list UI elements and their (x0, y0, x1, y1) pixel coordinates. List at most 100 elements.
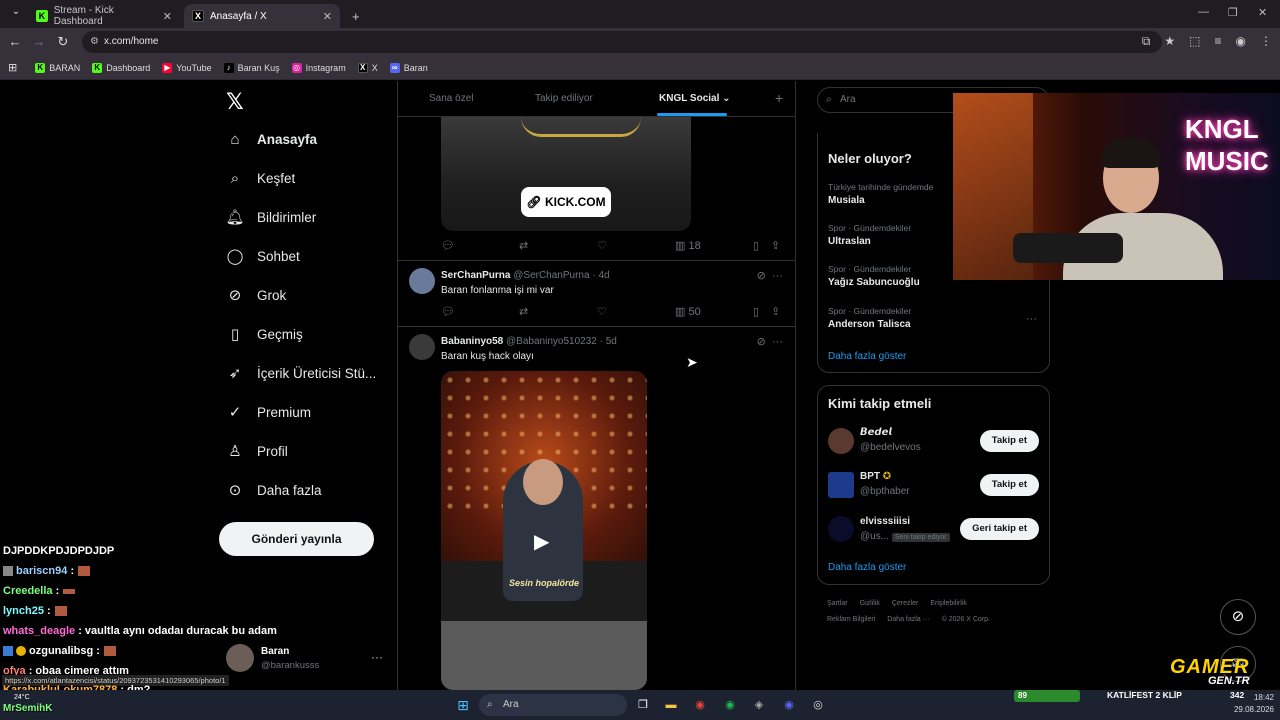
menu-icon[interactable]: ⋮ (1260, 34, 1272, 49)
views-stat[interactable]: ▥ 18 (675, 239, 701, 252)
extensions-icon[interactable]: ⬚ (1189, 34, 1200, 49)
follow-button[interactable]: Takip et (979, 474, 1039, 496)
show-more-link[interactable]: Daha fazla göster (828, 351, 906, 362)
reply-icon[interactable]: 💬︎ (441, 305, 455, 318)
taskbar-search[interactable]: ⌕ Ara (479, 694, 627, 716)
grok-icon[interactable]: ⊘ (757, 336, 766, 348)
trend-name[interactable]: Anderson Talisca (828, 319, 911, 330)
add-tab-icon[interactable]: + (775, 90, 783, 106)
close-icon[interactable]: ✕ (163, 10, 172, 23)
media-icon[interactable]: ≡ (1215, 34, 1222, 49)
bookmark-icon[interactable]: ▯ (753, 305, 759, 318)
star-icon[interactable]: ★ (1164, 34, 1175, 49)
nav-premium[interactable]: ✓ Premium (226, 403, 311, 421)
avatar[interactable] (828, 472, 854, 498)
nav-creator-studio[interactable]: ➶ İçerik Üreticisi Stü... (226, 364, 377, 382)
bookmark-x[interactable]: XX (357, 62, 378, 73)
nav-bookmarks[interactable]: ▯ Geçmiş (226, 325, 303, 343)
tweet-media[interactable]: 🔗︎ KICK.COM (441, 117, 691, 231)
bookmark-instagram[interactable]: ◎ Instagram (291, 62, 346, 73)
nav-explore[interactable]: ⌕ Keşfet (226, 169, 295, 187)
nav-chat[interactable]: ◯ Sohbet (226, 247, 300, 265)
suggested-user-name[interactable]: BPT ✪ (860, 471, 891, 482)
bookmark-baran-2[interactable]: ∞ Baran (389, 62, 428, 73)
tab-kngl-social[interactable]: KNGL Social ⌄ (659, 93, 731, 104)
footer-link[interactable]: Daha fazla ··· (887, 616, 929, 623)
weather-widget[interactable]: 24°C (14, 694, 30, 701)
trend-name[interactable]: Ultraslan (828, 236, 871, 247)
tab-list-button[interactable]: ⌄ (4, 6, 28, 17)
share-icon[interactable]: ⇪ (771, 305, 780, 318)
close-window-icon[interactable]: ✕ (1258, 6, 1267, 19)
bookmark-youtube[interactable]: ▶ YouTube (162, 62, 212, 73)
more-icon[interactable]: ··· (772, 336, 783, 348)
share-icon[interactable]: ⇪ (771, 239, 780, 252)
discord-icon[interactable]: ◉ (779, 695, 799, 715)
more-icon[interactable]: ··· (772, 270, 783, 282)
install-icon[interactable]: ⧉ (1142, 34, 1151, 49)
nav-more[interactable]: ⊙ Daha fazla (226, 481, 322, 499)
tab-x-home[interactable]: X Anasayfa / X ✕ (184, 4, 340, 28)
more-icon[interactable]: ··· (1026, 313, 1037, 325)
tweet-author[interactable]: Babaninyo58 (441, 336, 503, 347)
footer-link[interactable]: Gizlilik (860, 600, 880, 607)
views-stat[interactable]: ▥ 50 (675, 305, 701, 318)
nav-profile[interactable]: ♙ Profil (226, 442, 288, 460)
task-view-icon[interactable]: ❐ (633, 695, 653, 715)
show-more-link[interactable]: Daha fazla göster (828, 562, 906, 573)
nav-notifications[interactable]: 🔔︎ Bildirimler (225, 208, 316, 226)
close-icon[interactable]: ✕ (323, 10, 332, 23)
avatar[interactable] (409, 334, 435, 360)
tab-for-you[interactable]: Sana özel (429, 93, 473, 104)
footer-link[interactable]: Reklam Bilgileri (827, 616, 875, 623)
retweet-icon[interactable]: ⇄ (519, 305, 528, 318)
profile-icon[interactable]: ◉ (1236, 34, 1246, 49)
x-logo-icon[interactable]: 𝕏 (226, 89, 244, 115)
obs-icon[interactable]: ◎ (808, 695, 828, 715)
spotify-icon[interactable]: ◉ (720, 695, 740, 715)
apps-icon[interactable]: ⊞ (8, 61, 17, 74)
play-icon[interactable]: ▶ (534, 529, 558, 553)
tweet-author[interactable]: SerChanPurna (441, 270, 510, 281)
address-bar[interactable]: ⚙ x.com/home (82, 31, 1162, 53)
retweet-icon[interactable]: ⇄ (519, 239, 528, 252)
trend-name[interactable]: Yağız Sabuncuoğlu (828, 277, 920, 288)
new-tab-button[interactable]: + (344, 4, 364, 28)
footer-link[interactable]: Şartlar (827, 600, 848, 607)
avatar[interactable] (828, 516, 854, 542)
bookmark-baran[interactable]: K BARAN (35, 62, 80, 73)
reply-icon[interactable]: 💬︎ (441, 239, 455, 252)
like-icon[interactable]: ♡ (597, 305, 607, 318)
link-pill[interactable]: 🔗︎ KICK.COM (521, 187, 611, 217)
trend-name[interactable]: Musiala (828, 195, 865, 206)
like-icon[interactable]: ♡ (597, 239, 607, 252)
tab-kick-dashboard[interactable]: K Stream - Kick Dashboard ✕ (28, 4, 180, 28)
footer-link[interactable]: Çerezler (892, 600, 918, 607)
reload-icon[interactable]: ↻ (51, 34, 75, 50)
nav-home[interactable]: ⌂ Anasayfa (226, 130, 317, 148)
tab-following[interactable]: Takip ediliyor (535, 93, 593, 104)
bookmark-icon[interactable]: ▯ (753, 239, 759, 252)
minimize-icon[interactable]: — (1198, 6, 1209, 18)
nav-grok[interactable]: ⊘ Grok (226, 286, 287, 304)
post-button[interactable]: Gönderi yayınla (219, 522, 374, 556)
back-icon[interactable]: ← (3, 34, 27, 49)
tweet-video[interactable]: ▶ Sesin hopalörde (441, 371, 647, 690)
chrome-icon[interactable]: ◉ (690, 695, 710, 715)
avatar[interactable] (409, 268, 435, 294)
follow-back-button[interactable]: Geri takip et (960, 518, 1039, 540)
avatar[interactable] (828, 428, 854, 454)
grok-float-button[interactable]: ⊘ (1220, 599, 1256, 635)
follow-button[interactable]: Takip et (979, 430, 1039, 452)
suggested-user-name[interactable]: elvisssiiisi (860, 516, 910, 527)
windows-start-icon[interactable]: ⊞ (453, 695, 473, 715)
restore-icon[interactable]: ❐ (1228, 6, 1238, 19)
grok-icon[interactable]: ⊘ (757, 270, 766, 282)
bookmark-tiktok[interactable]: ♪ Baran Kuş (223, 62, 280, 73)
more-icon[interactable]: ··· (371, 650, 383, 664)
bookmark-dashboard[interactable]: K Dashboard (92, 62, 150, 73)
forward-icon[interactable]: → (27, 34, 51, 49)
folder-icon[interactable]: ▬ (661, 695, 681, 715)
site-info-icon[interactable]: ⚙ (90, 31, 99, 53)
app-icon[interactable]: ◈ (749, 695, 769, 715)
